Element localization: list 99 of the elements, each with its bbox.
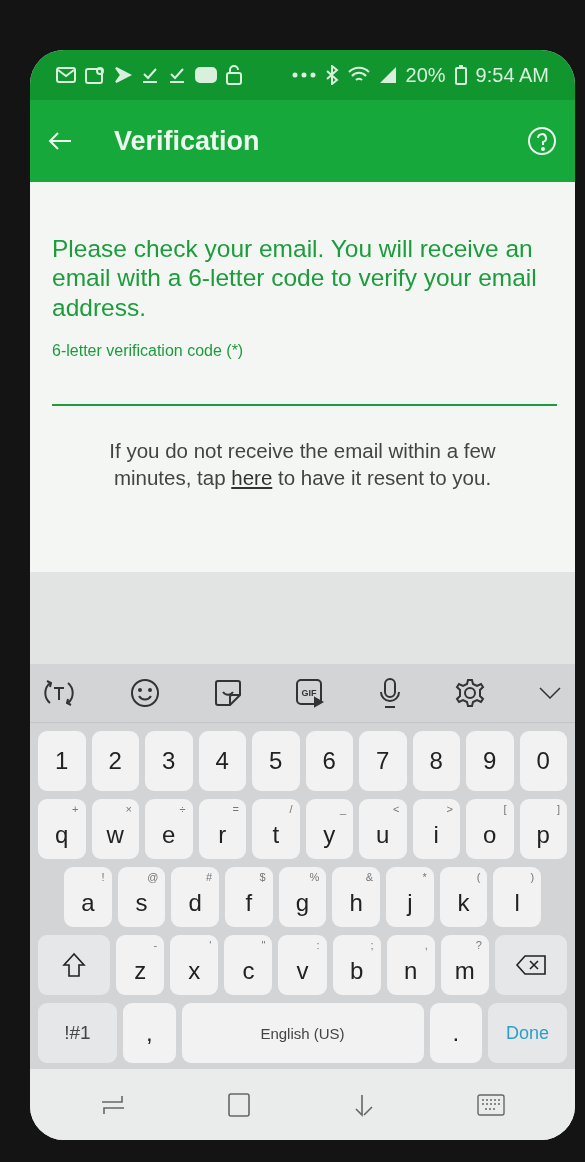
key[interactable]: .: [429, 1003, 483, 1063]
key-hint: /: [289, 803, 293, 815]
key[interactable]: v :: [278, 935, 327, 995]
key[interactable]: e ÷: [145, 799, 193, 859]
key-hint: ;: [370, 939, 374, 951]
key-hint: ?: [475, 939, 482, 951]
key-hint: -: [153, 939, 158, 951]
key[interactable]: n ,: [386, 935, 435, 995]
key-hint: @: [147, 871, 159, 883]
chevron-down-icon[interactable]: [538, 687, 561, 699]
backspace-icon: [514, 954, 547, 976]
resend-help-text: If you do not receive the email within a few minutes, tap here to have it resent to you.: [108, 438, 497, 491]
key[interactable]: 7: [359, 731, 407, 791]
key[interactable]: j *: [386, 867, 434, 927]
key-hint: >: [446, 803, 453, 815]
key-hint: ,: [424, 939, 428, 951]
key[interactable]: r =: [198, 799, 246, 859]
signal-icon: [378, 66, 397, 84]
key[interactable]: ,: [122, 1003, 176, 1063]
resend-link[interactable]: here: [231, 465, 273, 489]
key[interactable]: g %: [278, 867, 327, 927]
field-label: 6-letter verification code (*): [52, 342, 245, 361]
key[interactable]: t /: [252, 799, 300, 859]
key[interactable]: 4: [198, 731, 246, 791]
key[interactable]: 1: [38, 731, 86, 791]
key[interactable]: 0: [519, 731, 567, 791]
map-icon: [85, 66, 105, 84]
key[interactable]: p ]: [519, 799, 567, 859]
battery-icon: [454, 65, 467, 85]
key[interactable]: x ': [170, 935, 219, 995]
key[interactable]: 5: [252, 731, 300, 791]
key-hint: ": [261, 939, 266, 951]
key[interactable]: h &: [332, 867, 381, 927]
key-hint: #: [205, 871, 212, 883]
smiley-icon[interactable]: [129, 678, 160, 708]
text-rotate-icon[interactable]: [42, 677, 76, 709]
space-bar[interactable]: English (US): [181, 1003, 424, 1063]
key[interactable]: u <: [359, 799, 407, 859]
key[interactable]: 9: [466, 731, 514, 791]
key-hint: :: [316, 939, 320, 951]
key[interactable]: l ): [493, 867, 542, 927]
key[interactable]: w ×: [91, 799, 139, 859]
key-hint: !: [101, 871, 105, 883]
arrow-icon: [114, 66, 132, 84]
key[interactable]: d #: [171, 867, 219, 927]
key-hint: =: [232, 803, 239, 815]
key-hint: %: [309, 871, 320, 883]
bluetooth-icon: [324, 65, 339, 85]
lock-icon: [226, 65, 242, 85]
key-hint: [: [503, 803, 507, 815]
key[interactable]: z -: [116, 935, 165, 995]
shift-arrow-icon: [62, 952, 87, 978]
key-hint: <: [393, 803, 400, 815]
key[interactable]: f $: [225, 867, 273, 927]
key-hint: +: [72, 803, 79, 815]
battery-percent: 20%: [405, 63, 446, 87]
key[interactable]: c ": [224, 935, 273, 995]
screen-title: Verification: [114, 125, 261, 157]
back-arrow-icon[interactable]: [48, 131, 72, 151]
instruction-text: Please check your email. You will receive an email with a 6-letter code to verify your email address.: [52, 234, 538, 323]
check-icon: [168, 66, 186, 84]
key-hint: ×: [125, 803, 132, 815]
key[interactable]: q +: [38, 799, 86, 859]
key[interactable]: m ?: [440, 935, 489, 995]
mail-icon: [56, 67, 76, 83]
key[interactable]: a !: [64, 867, 112, 927]
key-hint: _: [339, 803, 346, 815]
key-hint: ': [209, 939, 212, 951]
sticker-icon[interactable]: [213, 679, 242, 707]
backspace-key[interactable]: [494, 935, 567, 995]
home-square-icon[interactable]: [227, 1091, 252, 1118]
key[interactable]: s @: [117, 867, 166, 927]
key-hint: ]: [556, 803, 560, 815]
key[interactable]: y _: [305, 799, 353, 859]
key[interactable]: o [: [466, 799, 514, 859]
key[interactable]: 6: [305, 731, 353, 791]
key[interactable]: 2: [91, 731, 139, 791]
symbols-key[interactable]: !#1: [38, 1003, 117, 1063]
help-icon[interactable]: [527, 126, 557, 156]
settings-icon[interactable]: [455, 678, 486, 708]
key-hint: $: [259, 871, 266, 883]
key-hint: &: [365, 871, 374, 883]
keyboard-icon[interactable]: [476, 1093, 505, 1116]
key[interactable]: 8: [412, 731, 460, 791]
check-icon: [141, 66, 159, 84]
key[interactable]: k (: [439, 867, 488, 927]
microphone-icon[interactable]: [379, 677, 402, 709]
key-hint: ÷: [179, 803, 186, 815]
key[interactable]: b ;: [332, 935, 381, 995]
clock-time: 9:54 AM: [475, 63, 549, 87]
gif-icon[interactable]: GIF: [295, 678, 326, 708]
more-icon: [291, 72, 316, 78]
key[interactable]: i >: [412, 799, 460, 859]
shift-key[interactable]: [38, 935, 111, 995]
recent-apps-icon[interactable]: [100, 1093, 127, 1116]
key-hint: *: [422, 871, 427, 883]
key-hint: (: [476, 871, 481, 883]
key[interactable]: 3: [145, 731, 193, 791]
key-hint: ): [530, 871, 535, 883]
